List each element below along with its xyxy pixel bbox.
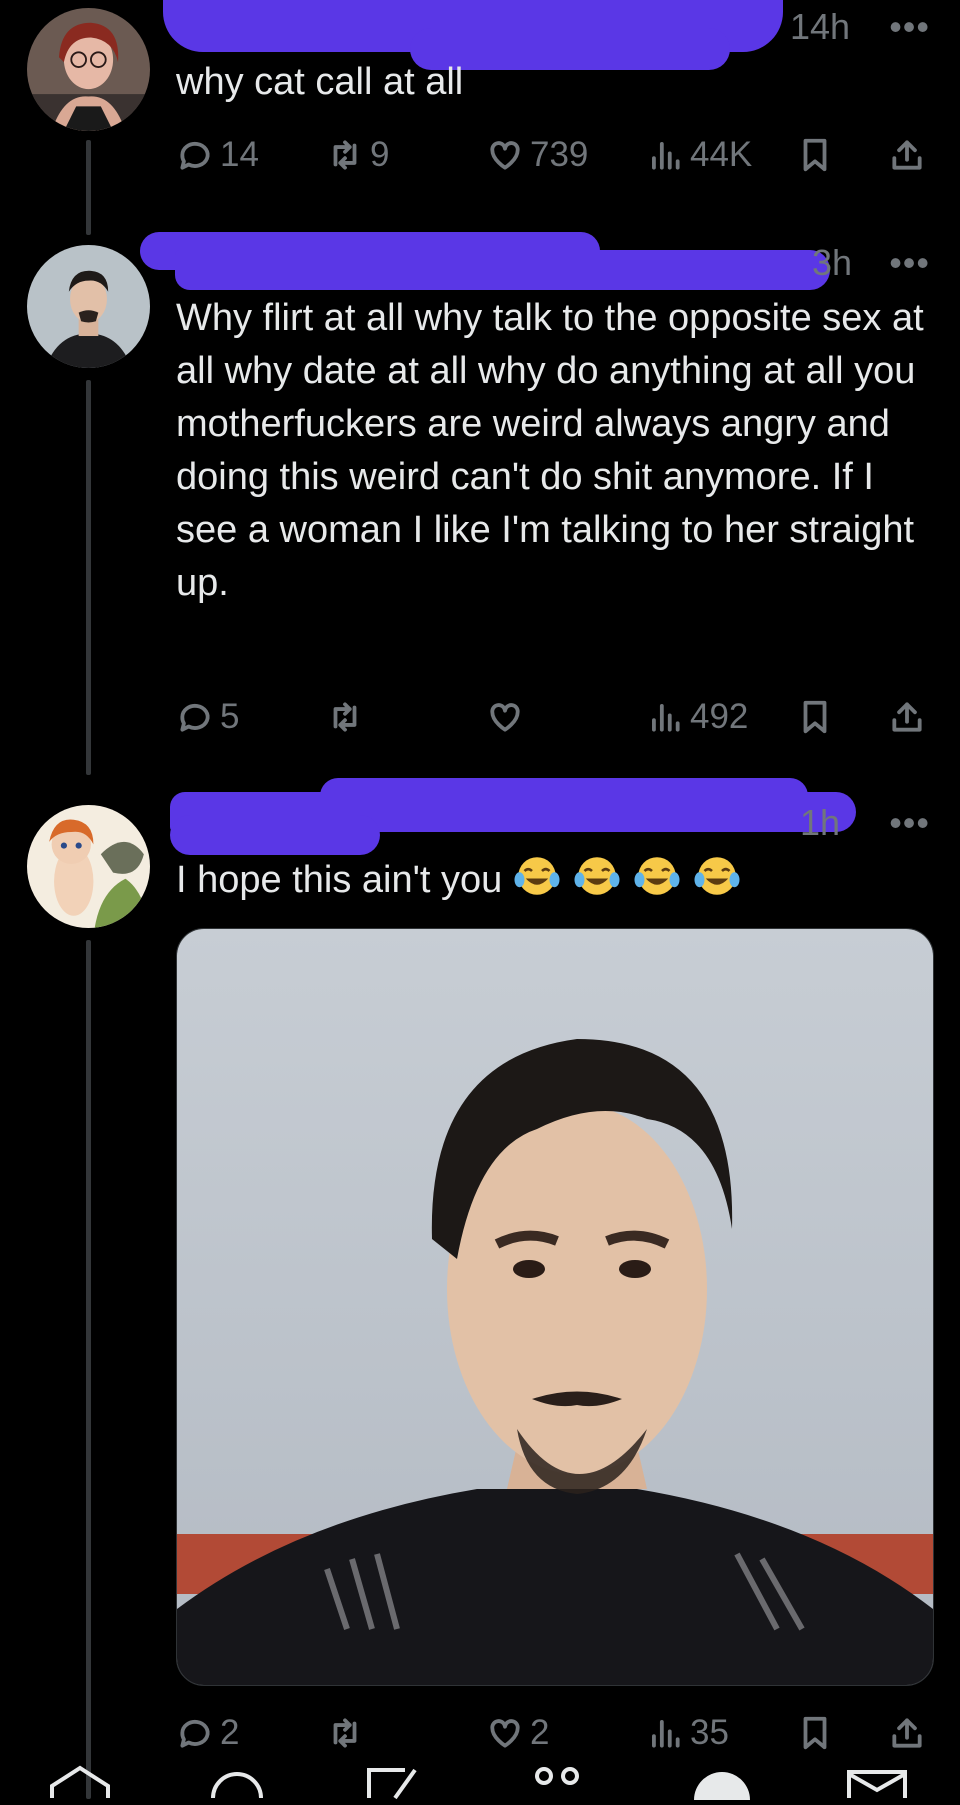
like-icon	[490, 1719, 520, 1748]
views-button[interactable]: 35	[646, 1708, 729, 1758]
views-count: 492	[690, 697, 749, 736]
face-with-tears-of-joy-icon	[634, 857, 680, 895]
home-icon	[50, 1765, 110, 1798]
share-icon	[892, 140, 922, 170]
thread-line	[86, 380, 91, 775]
reply-icon	[180, 1719, 210, 1748]
timestamp[interactable]: 14h	[790, 6, 850, 48]
bookmark-button[interactable]	[796, 130, 834, 180]
reply-count: 14	[220, 135, 259, 174]
share-button[interactable]	[888, 1708, 926, 1758]
like-icon	[490, 703, 520, 732]
views-count: 44K	[690, 135, 753, 174]
views-button[interactable]: 492	[646, 692, 748, 742]
views-button[interactable]: 44K	[646, 130, 752, 180]
tweet-actions: 14 9 739 44K	[176, 130, 936, 180]
tweet-actions: 2 2 35	[176, 1708, 936, 1758]
views-icon	[652, 142, 680, 170]
bookmark-icon	[803, 1716, 827, 1750]
avatar[interactable]	[27, 805, 150, 928]
tweet-photo[interactable]	[176, 928, 934, 1686]
communities-icon	[535, 1767, 579, 1785]
bookmark-button[interactable]	[796, 692, 834, 742]
bottom-tab-bar	[0, 1760, 960, 1800]
tweet-text: why cat call at all	[176, 61, 464, 103]
like-icon	[490, 141, 520, 170]
tweet-actions: 5 492	[176, 692, 936, 742]
reply-count: 2	[220, 1713, 240, 1752]
face-with-tears-of-joy-icon	[574, 857, 620, 895]
timestamp[interactable]: 3h	[812, 242, 852, 284]
compose-icon	[367, 1768, 417, 1800]
thread-line	[86, 140, 91, 235]
like-button[interactable]: 739	[486, 130, 588, 180]
redacted-author	[175, 250, 830, 290]
timestamp[interactable]: 1h	[800, 802, 840, 844]
views-count: 35	[690, 1713, 729, 1752]
retweet-button[interactable]	[326, 1708, 370, 1758]
tweet-text-line: I hope this ain't you	[176, 854, 936, 907]
retweet-icon	[333, 140, 357, 170]
avatar[interactable]	[27, 8, 150, 131]
more-options-icon[interactable]: •••	[889, 6, 930, 48]
share-button[interactable]	[888, 130, 926, 180]
like-count: 2	[530, 1713, 550, 1752]
views-icon	[652, 1720, 680, 1748]
avatar[interactable]	[27, 245, 150, 368]
search-icon	[211, 1772, 263, 1799]
retweet-icon	[333, 1718, 357, 1748]
tweet-text: I hope this ain't you	[176, 859, 503, 901]
share-icon	[892, 702, 922, 732]
reply-count: 5	[220, 697, 240, 736]
bookmark-icon	[803, 700, 827, 734]
reply-button[interactable]: 5	[176, 692, 239, 742]
like-count: 739	[530, 135, 589, 174]
tweet-text: Why flirt at all why talk to the opposit…	[176, 297, 924, 604]
face-with-tears-of-joy-icon	[514, 857, 560, 895]
more-options-icon[interactable]: •••	[889, 802, 930, 844]
share-icon	[892, 1718, 922, 1748]
reply-button[interactable]: 2	[176, 1708, 239, 1758]
like-button[interactable]: 2	[486, 1708, 549, 1758]
more-options-icon[interactable]: •••	[889, 242, 930, 284]
like-button[interactable]	[486, 692, 530, 742]
reply-icon	[180, 703, 210, 732]
bookmark-icon	[803, 138, 827, 172]
reply-button[interactable]: 14	[176, 130, 259, 180]
face-with-tears-of-joy-icon	[694, 857, 740, 895]
share-button[interactable]	[888, 692, 926, 742]
redacted-author	[170, 815, 380, 855]
profile-icon	[694, 1772, 750, 1800]
reply-icon	[180, 141, 210, 170]
bookmark-button[interactable]	[796, 1708, 834, 1758]
retweet-button[interactable]: 9	[326, 130, 389, 180]
views-icon	[652, 704, 680, 732]
retweet-button[interactable]	[326, 692, 370, 742]
thread-line	[86, 940, 91, 1799]
retweet-count: 9	[370, 135, 390, 174]
mail-icon	[847, 1770, 907, 1798]
retweet-icon	[333, 702, 357, 732]
